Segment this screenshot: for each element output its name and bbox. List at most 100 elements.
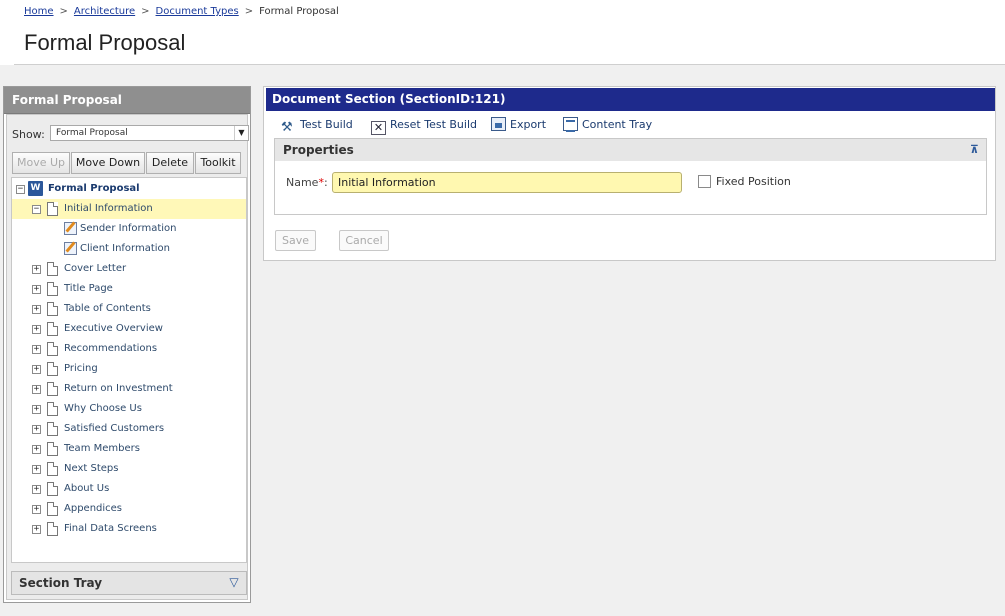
expand-icon[interactable]: + bbox=[32, 325, 41, 334]
show-select[interactable]: Formal Proposal ▼ bbox=[50, 125, 249, 141]
tree-node[interactable]: + Cover Letter bbox=[12, 259, 246, 279]
tree-node-label: Title Page bbox=[64, 283, 113, 294]
tree-node[interactable]: + Pricing bbox=[12, 359, 246, 379]
tree-node[interactable]: + Next Steps bbox=[12, 459, 246, 479]
expand-icon[interactable]: + bbox=[32, 485, 41, 494]
tree-node[interactable]: + About Us bbox=[12, 479, 246, 499]
edit-screen-icon bbox=[64, 222, 77, 235]
breadcrumb-separator: > bbox=[141, 6, 150, 17]
name-label: Name*: bbox=[286, 176, 328, 189]
tree-node-label: Sender Information bbox=[80, 223, 177, 234]
tree-node[interactable]: + Table of Contents bbox=[12, 299, 246, 319]
edit-screen-icon bbox=[64, 242, 77, 255]
tree-node-selected[interactable]: − Initial Information bbox=[12, 199, 246, 219]
tree-node[interactable]: + Team Members bbox=[12, 439, 246, 459]
page-icon bbox=[47, 462, 58, 476]
breadcrumb-separator: > bbox=[59, 6, 68, 17]
expand-icon[interactable]: + bbox=[32, 385, 41, 394]
save-button[interactable]: Save bbox=[275, 230, 316, 251]
breadcrumb-separator: > bbox=[244, 6, 254, 17]
breadcrumb-architecture-link[interactable]: Architecture bbox=[74, 6, 135, 17]
tree-node[interactable]: + Title Page bbox=[12, 279, 246, 299]
tree-root-node[interactable]: − W Formal Proposal bbox=[12, 179, 246, 199]
header-divider bbox=[14, 64, 1005, 65]
page-icon bbox=[47, 382, 58, 396]
tree-node-label: Recommendations bbox=[64, 343, 158, 354]
page-icon bbox=[47, 362, 58, 376]
panel-title-bar: Document Section (SectionID:121) bbox=[266, 88, 995, 111]
section-tray-header[interactable]: Section Tray ▽ bbox=[11, 571, 247, 595]
expand-icon[interactable]: + bbox=[32, 365, 41, 374]
move-down-button[interactable]: Move Down bbox=[71, 152, 145, 174]
tree-node-label: About Us bbox=[64, 483, 110, 494]
collapse-up-icon[interactable]: ⊼ bbox=[969, 144, 980, 155]
expand-icon[interactable]: + bbox=[32, 465, 41, 474]
expand-icon[interactable]: + bbox=[32, 405, 41, 414]
tree-node[interactable]: + Return on Investment bbox=[12, 379, 246, 399]
page-icon bbox=[47, 502, 58, 516]
panel-body: Show: Formal Proposal ▼ Move Up Move Dow… bbox=[6, 114, 249, 600]
tree-node-label: Return on Investment bbox=[64, 383, 173, 394]
delete-button[interactable]: Delete bbox=[146, 152, 194, 174]
tree-node-label: Appendices bbox=[64, 503, 123, 514]
move-up-button[interactable]: Move Up bbox=[12, 152, 70, 174]
expand-icon[interactable]: + bbox=[32, 265, 41, 274]
expand-icon[interactable]: + bbox=[32, 305, 41, 314]
tree-node-label: Pricing bbox=[64, 363, 98, 374]
expand-icon[interactable]: + bbox=[32, 345, 41, 354]
breadcrumb-document-types-link[interactable]: Document Types bbox=[156, 6, 239, 17]
tree-node-label: Final Data Screens bbox=[64, 523, 157, 534]
tree-child-node[interactable]: Client Information bbox=[12, 239, 246, 259]
reset-test-build-link[interactable]: ✕ Reset Test Build bbox=[371, 117, 477, 135]
tree-node[interactable]: + Executive Overview bbox=[12, 319, 246, 339]
list-icon bbox=[563, 117, 578, 132]
page-icon bbox=[47, 262, 58, 276]
tree-node[interactable]: + Appendices bbox=[12, 499, 246, 519]
fixed-position-checkbox[interactable] bbox=[698, 175, 711, 188]
export-label: Export bbox=[510, 118, 547, 131]
collapse-icon[interactable]: − bbox=[32, 205, 41, 214]
tree-node-label: Satisfied Customers bbox=[64, 423, 165, 434]
expand-icon[interactable]: + bbox=[32, 285, 41, 294]
page-icon bbox=[47, 282, 58, 296]
panel-title: Formal Proposal bbox=[4, 87, 250, 114]
tree-node[interactable]: + Recommendations bbox=[12, 339, 246, 359]
breadcrumb-home-link[interactable]: Home bbox=[24, 6, 54, 17]
collapse-icon[interactable]: − bbox=[16, 185, 25, 194]
dropdown-arrow-icon[interactable]: ▼ bbox=[234, 126, 248, 140]
export-link[interactable]: Export bbox=[491, 117, 546, 133]
word-document-icon: W bbox=[28, 181, 43, 196]
tree-node[interactable]: + Satisfied Customers bbox=[12, 419, 246, 439]
toolkit-button[interactable]: Toolkit bbox=[195, 152, 241, 174]
export-icon bbox=[491, 117, 506, 131]
expand-icon[interactable]: + bbox=[32, 525, 41, 534]
expand-down-icon[interactable]: ▽ bbox=[228, 576, 240, 588]
page-icon bbox=[47, 482, 58, 496]
breadcrumb: Home > Architecture > Document Types > Formal … bbox=[24, 6, 339, 17]
name-label-colon: : bbox=[323, 176, 328, 189]
hammer-icon: ⚒ bbox=[281, 120, 293, 135]
name-label-text: Name bbox=[286, 176, 319, 189]
tree-node-label: Initial Information bbox=[64, 203, 153, 214]
name-input[interactable]: Initial Information bbox=[332, 172, 682, 193]
section-tray-label: Section Tray bbox=[19, 576, 103, 590]
page-icon bbox=[47, 322, 58, 336]
page-icon bbox=[47, 302, 58, 316]
tree-node-label: Table of Contents bbox=[64, 303, 151, 314]
section-tree-panel: Formal Proposal Show: Formal Proposal ▼ … bbox=[3, 86, 251, 603]
expand-icon[interactable]: + bbox=[32, 445, 41, 454]
expand-icon[interactable]: + bbox=[32, 505, 41, 514]
breadcrumb-current: Formal Proposal bbox=[259, 6, 339, 17]
document-section-panel: Document Section (SectionID:121) ⚒ Test B… bbox=[263, 86, 996, 261]
cancel-button[interactable]: Cancel bbox=[339, 230, 389, 251]
content-tray-link[interactable]: Content Tray bbox=[563, 117, 652, 133]
tree-node[interactable]: + Why Choose Us bbox=[12, 399, 246, 419]
page-header: Home > Architecture > Document Types > Formal … bbox=[0, 0, 1005, 65]
properties-header[interactable]: Properties ⊼ bbox=[275, 139, 986, 161]
tree-node[interactable]: + Final Data Screens bbox=[12, 519, 246, 539]
tree-node-label: Next Steps bbox=[64, 463, 119, 474]
tree-child-node[interactable]: Sender Information bbox=[12, 219, 246, 239]
page-icon bbox=[47, 202, 58, 216]
expand-icon[interactable]: + bbox=[32, 425, 41, 434]
test-build-link[interactable]: ⚒ Test Build bbox=[281, 117, 353, 135]
